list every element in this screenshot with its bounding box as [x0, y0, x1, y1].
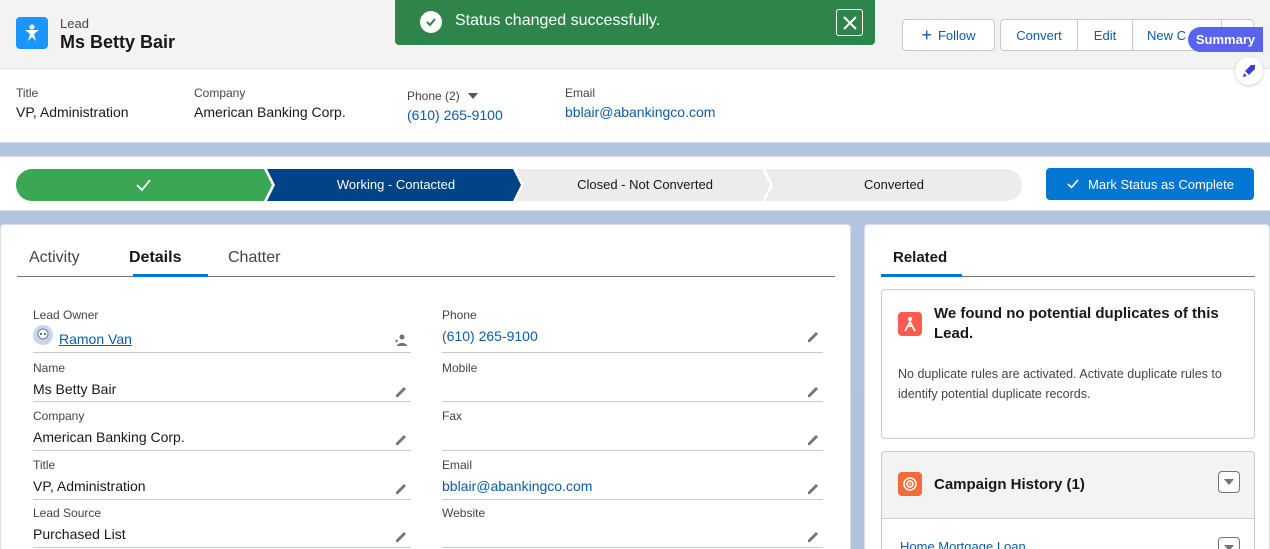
field-email: Email bblair@abankingco.com [442, 458, 823, 500]
pencil-icon[interactable] [805, 383, 821, 399]
campaign-history-card: Campaign History (1) Home Mortgage Loan [881, 451, 1255, 549]
highlight-label: Company [194, 86, 246, 100]
highlight-email: Email bblair@abankingco.com [565, 86, 715, 120]
field-company: Company American Banking Corp. [33, 409, 411, 451]
tab-related[interactable]: Related [893, 249, 947, 266]
path-card: Working - Contacted Closed - Not Convert… [0, 156, 1270, 211]
object-label: Lead [60, 16, 89, 31]
highlight-value: American Banking Corp. [194, 104, 346, 120]
highlight-label: Title [16, 86, 39, 100]
field-label: Phone [442, 308, 477, 322]
path-label-working: Working - Contacted [336, 177, 456, 192]
highlight-company: Company American Banking Corp. [194, 86, 346, 120]
path-label-converted: Converted [864, 177, 924, 192]
field-name: Name Ms Betty Bair [33, 361, 411, 402]
record-title: Ms Betty Bair [60, 32, 176, 52]
field-mobile: Mobile [442, 361, 823, 402]
close-icon[interactable] [836, 9, 863, 36]
record-tabs: Activity Details Chatter [17, 245, 835, 277]
highlight-phone: Phone (2) (610) 265-9100 [407, 89, 503, 123]
highlight-label: Email [565, 86, 596, 100]
lead-icon [16, 17, 48, 49]
field-label: Email [442, 458, 473, 472]
lead-owner-link[interactable]: Ramon Van [59, 331, 132, 347]
mark-status-label: Mark Status as Complete [1088, 176, 1234, 192]
campaign-history-title[interactable]: Campaign History (1) [934, 476, 1085, 493]
field-title: Title VP, Administration [33, 458, 411, 500]
success-icon [420, 11, 442, 33]
highlight-title: Title VP, Administration [16, 86, 129, 120]
field-value: Ms Betty Bair [33, 381, 117, 397]
highlight-value: VP, Administration [16, 104, 129, 120]
plus-icon: + [921, 25, 932, 45]
summary-button[interactable]: Summary [1188, 27, 1263, 52]
edit-button[interactable]: Edit [1078, 19, 1133, 51]
rocket-icon[interactable] [1235, 57, 1263, 85]
pencil-icon[interactable] [805, 431, 821, 447]
field-label: Lead Owner [33, 308, 99, 322]
path-label-closed: Closed - Not Converted [577, 177, 713, 192]
campaign-icon [898, 472, 922, 496]
tab-chatter[interactable]: Chatter [228, 249, 280, 267]
duplicates-message: No duplicate rules are activated. Activa… [898, 367, 1222, 401]
field-lead-owner: Lead Owner Ramon Van [33, 308, 411, 353]
chevron-down-icon[interactable] [1218, 537, 1240, 549]
follow-button[interactable]: + Follow [902, 19, 995, 51]
mark-status-complete-button[interactable]: Mark Status as Complete [1046, 168, 1254, 200]
pencil-icon[interactable] [805, 480, 821, 496]
field-label: Title [33, 458, 56, 472]
field-value: VP, Administration [33, 478, 146, 494]
pencil-icon[interactable] [393, 383, 409, 399]
duplicates-title: We found no potential duplicates of this… [934, 305, 1219, 342]
tab-activity[interactable]: Activity [29, 249, 80, 267]
change-owner-icon[interactable] [393, 332, 409, 348]
phone-label: Phone (2) [407, 89, 460, 103]
path-stage-complete[interactable] [16, 169, 272, 201]
convert-button[interactable]: Convert [1000, 19, 1078, 51]
follow-label: Follow [937, 27, 976, 43]
phone-link[interactable]: (610) 265-9100 [442, 328, 538, 344]
tab-details[interactable]: Details [129, 249, 181, 267]
duplicate-icon [898, 312, 922, 336]
campaign-link[interactable]: Home Mortgage Loan [900, 539, 1026, 549]
phone-link[interactable]: (610) 265-9100 [407, 107, 503, 123]
active-tab-indicator [133, 274, 208, 277]
pencil-icon[interactable] [393, 480, 409, 496]
pencil-icon[interactable] [393, 528, 409, 544]
email-link[interactable]: bblair@abankingco.com [565, 104, 715, 120]
campaign-list: Home Mortgage Loan [882, 518, 1254, 549]
field-label: Fax [442, 409, 463, 423]
pencil-icon[interactable] [805, 528, 821, 544]
related-card: Related We found no potential duplicates… [864, 224, 1270, 549]
field-website: Website [442, 506, 823, 548]
duplicates-card: We found no potential duplicates of this… [881, 289, 1255, 439]
active-tab-indicator [881, 274, 962, 277]
field-lead-source: Lead Source Purchased List [33, 506, 411, 548]
field-phone: Phone (610) 265-9100 [442, 308, 823, 353]
details-card: Activity Details Chatter Lead Owner Ramo… [0, 224, 851, 549]
field-label: Name [33, 361, 66, 375]
success-toast: Status changed successfully. [395, 0, 875, 45]
field-fax: Fax [442, 409, 823, 451]
related-tabs: Related [881, 245, 1255, 277]
chevron-down-icon[interactable] [1218, 471, 1240, 493]
check-icon [1067, 179, 1079, 189]
pencil-icon[interactable] [805, 328, 821, 344]
caret-down-icon[interactable] [467, 93, 478, 99]
highlight-label[interactable]: Phone (2) [407, 89, 503, 103]
toast-message: Status changed successfully. [455, 12, 661, 29]
pencil-icon[interactable] [393, 431, 409, 447]
field-value: American Banking Corp. [33, 429, 185, 445]
field-label: Mobile [442, 361, 478, 375]
field-label: Website [442, 506, 486, 520]
email-link[interactable]: bblair@abankingco.com [442, 478, 592, 494]
field-label: Company [33, 409, 85, 423]
field-value: Purchased List [33, 526, 126, 542]
field-label: Lead Source [33, 506, 102, 520]
avatar [33, 325, 53, 345]
